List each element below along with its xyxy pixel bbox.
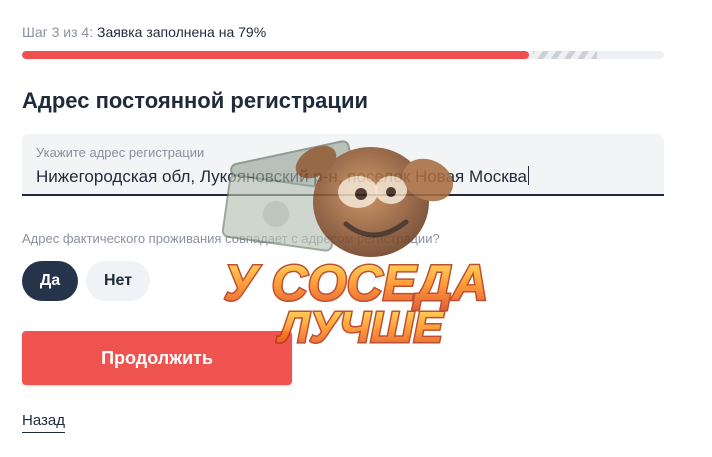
same-address-question: Адрес фактического проживания совпадает …: [22, 231, 440, 246]
address-input-value[interactable]: Нижегородская обл, Лукояновский р-н, пос…: [36, 167, 527, 186]
progress-remaining-stripe: [533, 51, 598, 59]
address-field-value-row[interactable]: Нижегородская обл, Лукояновский р-н, пос…: [36, 166, 530, 187]
step-indicator: Шаг 3 из 4: Заявка заполнена на 79%: [22, 24, 266, 40]
sticker-caption-line1: У СОСЕДА: [224, 255, 488, 311]
option-no-button[interactable]: Нет: [86, 261, 150, 301]
progress-fill: [22, 51, 530, 59]
section-title: Адрес постоянной регистрации: [22, 88, 368, 113]
field-underline: [22, 194, 664, 196]
step-prefix: Шаг 3 из 4:: [22, 24, 94, 40]
back-link[interactable]: Назад: [22, 412, 65, 433]
option-yes-button[interactable]: Да: [22, 261, 78, 301]
text-caret: [528, 166, 530, 185]
registration-address-field[interactable]: Укажите адрес регистрации Нижегородская …: [22, 134, 664, 196]
sticker-caption-line2: ЛУЧШЕ: [276, 303, 444, 352]
step-status: Заявка заполнена на 79%: [96, 24, 267, 40]
address-field-label: Укажите адрес регистрации: [36, 145, 205, 160]
continue-button[interactable]: Продолжить: [22, 331, 292, 385]
progress-bar: [22, 51, 664, 59]
